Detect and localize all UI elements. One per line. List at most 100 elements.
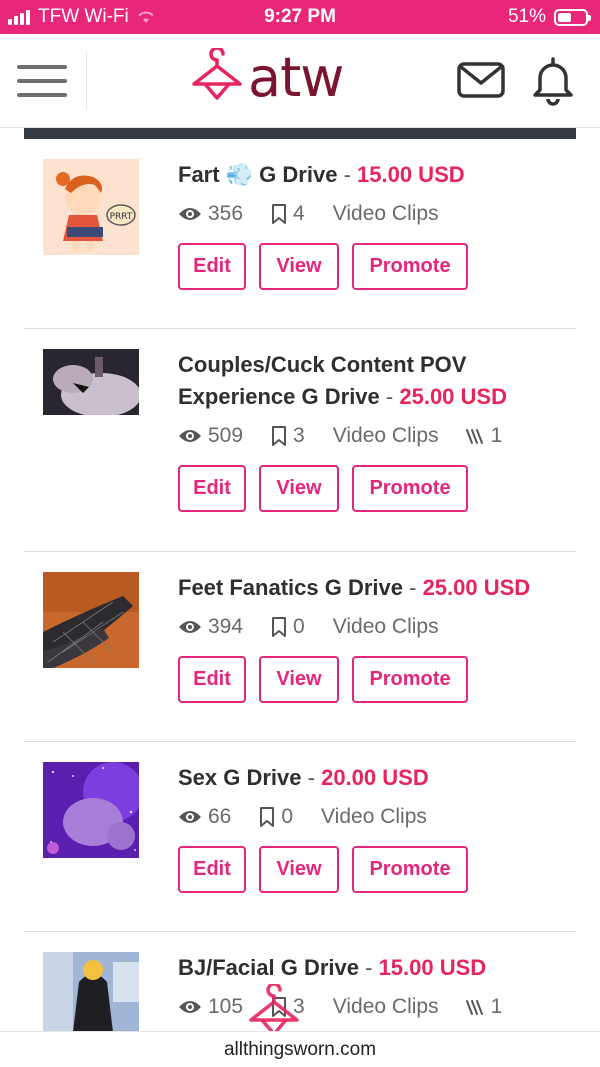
eye-icon bbox=[179, 208, 201, 220]
battery-group: 51% bbox=[507, 6, 591, 28]
menu-icon[interactable] bbox=[17, 61, 67, 101]
listing-title-line[interactable]: BJ/Facial G Drive - 15.00 USD bbox=[178, 952, 576, 984]
waves-icon bbox=[465, 429, 483, 444]
listing-title-line[interactable]: Sex G Drive - 20.00 USD bbox=[178, 762, 576, 794]
url-bar[interactable]: allthingsworn.com bbox=[0, 1031, 600, 1067]
title-separator: - bbox=[343, 162, 351, 187]
listing-actions: Edit View Promote bbox=[178, 656, 576, 703]
views-stat: 66 bbox=[178, 805, 231, 829]
listing-actions: Edit View Promote bbox=[178, 243, 576, 290]
views-stat: 394 bbox=[178, 615, 243, 639]
mail-icon[interactable] bbox=[457, 62, 505, 98]
sales-stat: 1 bbox=[465, 995, 503, 1019]
url-text: allthingsworn.com bbox=[223, 1039, 377, 1060]
listing-title[interactable]: BJ/Facial G Drive bbox=[178, 955, 359, 980]
title-separator: - bbox=[307, 765, 315, 790]
promote-button[interactable]: Promote bbox=[352, 243, 468, 290]
listing-thumbnail[interactable] bbox=[43, 762, 139, 858]
listing-title-line[interactable]: Feet Fanatics G Drive - 25.00 USD bbox=[178, 572, 576, 604]
battery-percent: 51% bbox=[507, 6, 546, 27]
listing-thumbnail[interactable]: PRRT bbox=[43, 159, 139, 255]
listing-title-line[interactable]: Fart 💨 G Drive - 15.00 USD bbox=[178, 159, 576, 191]
bookmark-icon bbox=[260, 807, 275, 827]
listing-thumbnail[interactable] bbox=[43, 572, 139, 668]
listing-thumbnail[interactable] bbox=[43, 952, 139, 1031]
listing-price: 15.00 USD bbox=[357, 162, 465, 187]
waves-icon bbox=[465, 1000, 483, 1015]
header-divider bbox=[86, 52, 87, 110]
promote-button[interactable]: Promote bbox=[352, 465, 468, 512]
logo-text: atw bbox=[248, 46, 344, 109]
listing-meta: 394 0 Video Clips bbox=[178, 612, 576, 642]
bookmarks-count: 4 bbox=[293, 202, 305, 225]
listing-title[interactable]: Sex G Drive bbox=[178, 765, 302, 790]
site-logo[interactable]: atw bbox=[190, 46, 344, 109]
views-count: 105 bbox=[208, 995, 244, 1018]
listing-meta: 509 3 Video Clips 1 bbox=[178, 421, 576, 451]
eye-icon bbox=[179, 621, 201, 633]
views-count: 394 bbox=[208, 615, 244, 638]
bookmarks-count: 3 bbox=[293, 424, 305, 447]
eye-icon bbox=[179, 811, 201, 823]
listing-title[interactable]: Feet Fanatics G Drive bbox=[178, 575, 403, 600]
listing-meta: 356 4 Video Clips bbox=[178, 199, 576, 229]
listing-category: Video Clips bbox=[332, 202, 439, 225]
promote-button[interactable]: Promote bbox=[352, 846, 468, 893]
bookmarks-count: 0 bbox=[293, 615, 305, 638]
listing-thumbnail[interactable] bbox=[43, 349, 139, 415]
listing-content: Couples/Cuck Content POV Experience G Dr… bbox=[178, 349, 576, 512]
view-button[interactable]: View bbox=[259, 465, 339, 512]
site-header: atw bbox=[0, 34, 600, 128]
view-button[interactable]: View bbox=[259, 656, 339, 703]
listing-content: Fart 💨 G Drive - 15.00 USD 356 4 Video C… bbox=[178, 159, 576, 290]
sales-count: 1 bbox=[490, 424, 503, 447]
bookmark-icon bbox=[272, 426, 287, 446]
bookmarks-stat: 4 bbox=[271, 202, 305, 226]
views-stat: 105 bbox=[178, 995, 243, 1019]
bookmark-icon bbox=[272, 617, 287, 637]
edit-button[interactable]: Edit bbox=[178, 243, 246, 290]
bookmarks-stat: 3 bbox=[271, 424, 305, 448]
eye-icon bbox=[179, 430, 201, 442]
listing-price: 25.00 USD bbox=[422, 575, 531, 600]
title-separator: - bbox=[365, 955, 373, 980]
bell-icon[interactable] bbox=[530, 56, 576, 106]
listing-category: Video Clips bbox=[332, 615, 439, 638]
sales-count: 1 bbox=[490, 995, 503, 1018]
view-button[interactable]: View bbox=[259, 243, 339, 290]
listing-price: 25.00 USD bbox=[399, 384, 507, 409]
promote-button[interactable]: Promote bbox=[352, 656, 468, 703]
listing-category: Video Clips bbox=[332, 424, 439, 447]
listing-content: BJ/Facial G Drive - 15.00 USD 105 3 Vide… bbox=[178, 952, 576, 1022]
section-header-bar bbox=[24, 128, 576, 139]
bookmark-icon bbox=[272, 204, 287, 224]
hanger-logo-icon bbox=[192, 48, 242, 100]
listing-category: Video Clips bbox=[321, 805, 427, 828]
listing-actions: Edit View Promote bbox=[178, 465, 576, 512]
edit-button[interactable]: Edit bbox=[178, 465, 246, 512]
listing-item: PRRT Fart 💨 G Drive - 15.00 USD 356 4 Vi… bbox=[24, 139, 576, 329]
listing-price: 20.00 USD bbox=[321, 765, 429, 790]
view-button[interactable]: View bbox=[259, 846, 339, 893]
views-count: 356 bbox=[208, 202, 244, 225]
listing-item: Sex G Drive - 20.00 USD 66 0 Video Clips… bbox=[24, 742, 576, 932]
bookmarks-stat: 0 bbox=[259, 805, 293, 829]
listing-item: Couples/Cuck Content POV Experience G Dr… bbox=[24, 329, 576, 552]
edit-button[interactable]: Edit bbox=[178, 846, 246, 893]
battery-icon bbox=[554, 8, 591, 26]
eye-icon bbox=[179, 1001, 201, 1013]
bookmarks-stat: 0 bbox=[271, 615, 305, 639]
bookmarks-count: 0 bbox=[281, 805, 294, 828]
listing-content: Sex G Drive - 20.00 USD 66 0 Video Clips… bbox=[178, 762, 576, 893]
listing-actions: Edit View Promote bbox=[178, 846, 576, 893]
title-separator: - bbox=[385, 384, 394, 409]
listing-title-line[interactable]: Couples/Cuck Content POV Experience G Dr… bbox=[178, 349, 576, 413]
listing-title[interactable]: Fart 💨 G Drive bbox=[178, 162, 337, 187]
listing-item: Feet Fanatics G Drive - 25.00 USD 394 0 … bbox=[24, 552, 576, 742]
title-separator: - bbox=[409, 575, 417, 600]
views-stat: 509 bbox=[178, 424, 243, 448]
listing-category: Video Clips bbox=[332, 995, 439, 1018]
listing-price: 15.00 USD bbox=[378, 955, 487, 980]
views-count: 509 bbox=[208, 424, 244, 447]
edit-button[interactable]: Edit bbox=[178, 656, 246, 703]
